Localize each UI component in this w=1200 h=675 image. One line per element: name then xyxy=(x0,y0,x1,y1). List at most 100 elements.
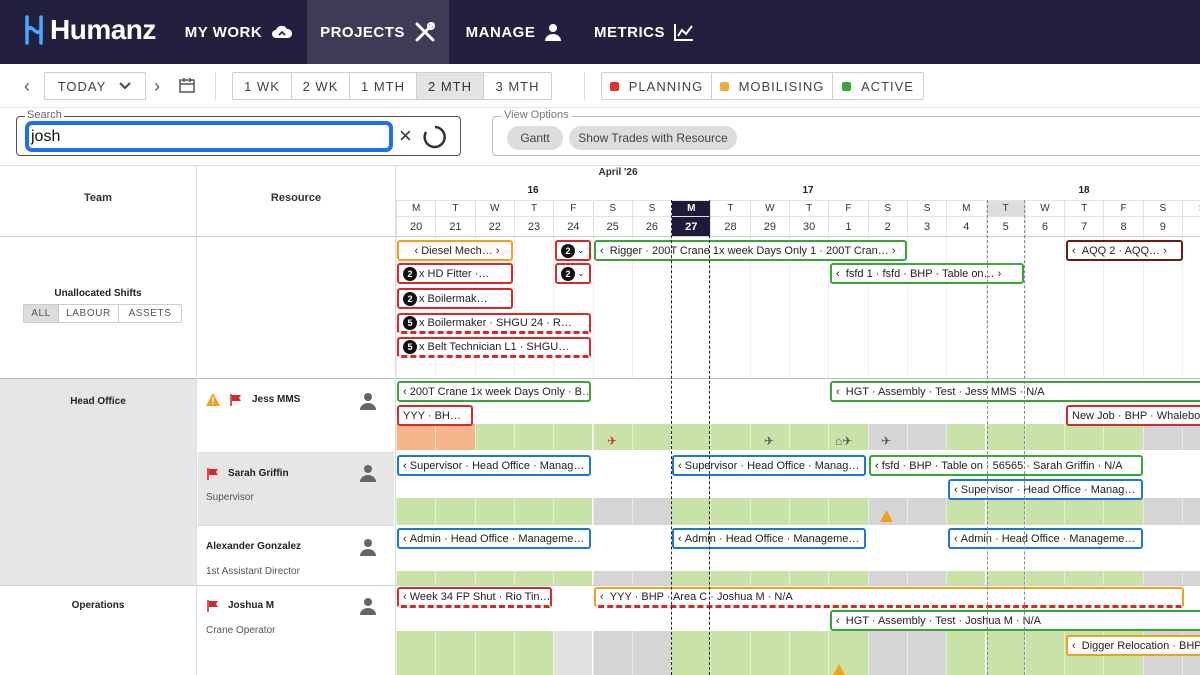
shift-bar[interactable]: ‹ Supervisor · Head Office · Manag… xyxy=(672,455,866,476)
shift-bar[interactable]: YYY · BH… xyxy=(397,405,473,426)
unallocated-shift[interactable]: 2 ⌄ xyxy=(555,263,591,284)
resource-name[interactable]: Jess MMS xyxy=(252,394,300,405)
day-gridline xyxy=(946,236,948,378)
shift-label: Digger Relocation · BHP xyxy=(1081,639,1200,652)
unallocated-shift[interactable]: 5x Belt Technician L1 · SHGU… xyxy=(397,337,591,358)
shift-label: Admin · Head Office · Manageme… xyxy=(409,532,585,545)
person-icon[interactable] xyxy=(360,464,376,482)
resource-name[interactable]: Alexander Gonzalez xyxy=(206,541,301,552)
range-selector: 1 WK 2 WK 1 MTH 2 MTH 3 MTH xyxy=(232,72,552,100)
row-separator xyxy=(0,378,1200,379)
shift-bar[interactable]: ‹ Admin · Head Office · Manageme… xyxy=(397,528,591,549)
logo[interactable]: Humanz xyxy=(22,14,156,46)
tab-labour[interactable]: LABOUR xyxy=(59,305,119,322)
header-separator xyxy=(0,236,1200,237)
prev-arrow-icon[interactable]: ‹ xyxy=(24,76,30,97)
shift-bar[interactable]: ‹ Admin · Head Office · Manageme… xyxy=(672,528,866,549)
nav-my-work[interactable]: MY WORK xyxy=(172,0,306,64)
unallocated-shift[interactable]: 2x HD Fitter ·… xyxy=(397,263,513,284)
shift-label: Week 34 FP Shut · Rio Tin… xyxy=(409,591,551,603)
count-badge: 2 xyxy=(403,291,417,306)
range-1wk[interactable]: 1 WK xyxy=(233,73,292,99)
nav-projects[interactable]: PROJECTS xyxy=(307,0,449,64)
unallocated-shift[interactable]: 2 ⌄ xyxy=(555,240,591,261)
unallocated-shift[interactable]: ‹ AQQ 2 · AQQ… › xyxy=(1066,240,1183,261)
flag-icon xyxy=(207,468,218,480)
calendar-icon[interactable] xyxy=(179,77,195,93)
shift-bar[interactable]: ‹ YYY · BHP · Area C · Joshua M · N/A xyxy=(594,587,1184,608)
day-number: 3 xyxy=(906,216,947,236)
range-2wk[interactable]: 2 WK xyxy=(292,73,350,99)
shift-bar[interactable]: ‹ HGT · Assembly · Test · Jess MMS · N/A xyxy=(830,381,1200,402)
shift-bar[interactable]: ‹ Admin · Head Office · Manageme… xyxy=(948,528,1143,549)
tab-all[interactable]: ALL xyxy=(24,305,59,322)
shift-bar[interactable]: New Job · BHP · Whalebo xyxy=(1066,405,1200,426)
status-active[interactable]: ACTIVE xyxy=(833,73,923,99)
nav-manage[interactable]: MANAGE xyxy=(450,0,578,64)
unallocated-shift[interactable]: ‹ Diesel Mech… › xyxy=(397,240,513,261)
shift-bar[interactable]: ‹ Week 34 FP Shut · Rio Tin… xyxy=(397,587,552,608)
week-label: 18 xyxy=(1078,185,1090,196)
day-letter: T xyxy=(789,200,829,216)
day-letter: M xyxy=(671,200,711,216)
clear-icon[interactable]: × xyxy=(399,123,412,149)
status-mobilising[interactable]: MOBILISING xyxy=(712,73,833,99)
day-cell xyxy=(906,498,947,525)
day-cell xyxy=(1103,424,1143,450)
today-dropdown[interactable]: TODAY xyxy=(44,72,146,100)
search-input[interactable]: josh xyxy=(25,121,393,152)
person-icon[interactable] xyxy=(360,597,376,615)
shift-bar[interactable]: ‹ Supervisor · Head Office · Manag… xyxy=(397,455,591,476)
warning-icon xyxy=(833,664,845,675)
column-separator xyxy=(196,166,197,675)
holiday-line-left xyxy=(987,200,988,675)
count-badge: 5 xyxy=(403,316,417,330)
nav-my-work-label: MY WORK xyxy=(184,23,263,41)
count-badge: 5 xyxy=(403,340,417,354)
day-letter: M xyxy=(946,200,986,216)
nav-metrics[interactable]: METRICS xyxy=(580,0,708,64)
shift-bar[interactable]: ‹ 200T Crane 1x week Days Only · B… xyxy=(397,381,591,402)
unallocated-shift[interactable]: ‹ Rigger · 200T Crane 1x week Days Only … xyxy=(594,240,907,261)
person-icon[interactable] xyxy=(360,392,376,410)
search-label: Search xyxy=(25,109,64,121)
day-cell xyxy=(1103,571,1143,585)
shift-label: Supervisor · Head Office · Manag… xyxy=(409,459,585,472)
planning-dot xyxy=(609,81,619,91)
unallocated-shift[interactable]: 5x Boilermaker · SHGU 24 · R… xyxy=(397,313,591,334)
shift-label: x Belt Technician L1 · SHGU… xyxy=(419,341,570,353)
resource-name[interactable]: Joshua M xyxy=(228,600,274,611)
gantt-chip[interactable]: Gantt xyxy=(507,126,563,150)
day-gridline xyxy=(1064,236,1066,378)
shift-label: HGT · Assembly · Test · Joshua M · N/A xyxy=(845,614,1041,627)
person-icon[interactable] xyxy=(360,538,376,556)
day-number: 8 xyxy=(1103,216,1143,236)
day-cell xyxy=(749,571,789,585)
day-cell xyxy=(396,424,436,450)
unallocated-shift[interactable]: ‹ fsfd 1 · fsfd · BHP · Table on… › xyxy=(830,263,1024,284)
shift-bar[interactable]: ‹ fsfd · BHP · Table on · 56565 · Sarah … xyxy=(869,455,1143,476)
status-planning-label: PLANNING xyxy=(628,78,704,94)
shift-bar[interactable]: ‹ Digger Relocation · BHP xyxy=(1066,635,1200,656)
resource-name[interactable]: Sarah Griffin xyxy=(228,468,289,479)
range-2mth[interactable]: 2 MTH xyxy=(417,73,484,99)
day-cell xyxy=(749,498,789,525)
tab-assets[interactable]: ASSETS xyxy=(119,305,181,322)
range-3mth[interactable]: 3 MTH xyxy=(484,73,551,99)
day-number: 25 xyxy=(592,216,632,236)
view-options-label: View Options xyxy=(501,109,572,121)
show-trades-chip[interactable]: Show Trades with Resource xyxy=(569,126,737,150)
unallocated-shift[interactable]: 2x Boilermak… xyxy=(397,288,513,309)
next-arrow-icon[interactable]: › xyxy=(154,76,160,97)
day-gridline xyxy=(906,236,908,378)
day-cell xyxy=(710,631,750,675)
shift-bar[interactable]: ‹ HGT · Assembly · Test · Joshua M · N/A xyxy=(830,610,1200,631)
day-cell xyxy=(513,498,554,525)
shift-label: x HD Fitter ·… xyxy=(419,267,490,280)
day-cell xyxy=(985,498,1025,525)
day-cell xyxy=(828,498,868,525)
day-letter: F xyxy=(828,200,868,216)
status-planning[interactable]: PLANNING xyxy=(602,73,712,99)
shift-bar[interactable]: ‹ Supervisor · Head Office · Manag… xyxy=(948,479,1143,500)
range-1mth[interactable]: 1 MTH xyxy=(350,73,417,99)
